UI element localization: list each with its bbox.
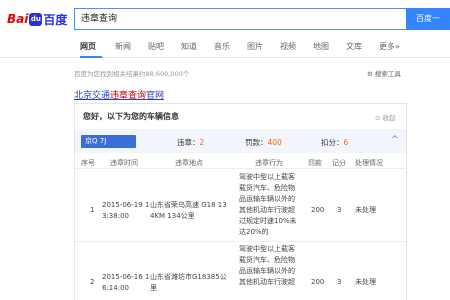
result-count: 百度为您找到相关结果约88,600,000个 <box>74 70 190 78</box>
row-points: 3 <box>337 278 342 286</box>
time-line: 3:38:00 <box>102 212 129 220</box>
row-behavior: 驾驶中型以上载客 载货汽车、危险物 品运输车辆以外的 其他机动车行驶超 过规定时… <box>239 172 309 238</box>
tab-news[interactable]: 新闻 <box>115 41 131 52</box>
search-input[interactable]: 违章查询 <box>81 9 117 29</box>
place-line: 里 <box>150 284 157 292</box>
fine-label: 罚款： <box>245 138 268 147</box>
active-tab-indicator <box>80 56 102 58</box>
plate-number: 京Q 7J <box>81 135 136 148</box>
col-points: 记分 <box>332 159 346 167</box>
title-post: 官网 <box>146 91 165 101</box>
row-time: 2015-06-19 1 3:38:00 <box>102 200 150 222</box>
behavior-line: 其他机动车行驶超 <box>239 278 295 286</box>
time-line: 6:14:00 <box>102 284 129 292</box>
logo-baidu-text: 百度 <box>43 12 68 27</box>
time-line: 2015-06-19 1 <box>102 201 150 209</box>
baidu-logo[interactable]: Bai du 百度 <box>7 11 67 27</box>
tab-more[interactable]: 更多» <box>379 41 400 52</box>
behavior-line: 载货汽车、危险物 <box>239 256 295 264</box>
violations-label: 违章： <box>177 138 200 147</box>
title-pre: 北京交通 <box>74 91 111 101</box>
fold-button[interactable]: ⊙ 收起 <box>375 112 396 122</box>
row-points: 3 <box>337 206 342 214</box>
col-no: 序号 <box>81 159 95 167</box>
tab-zhidao[interactable]: 知道 <box>181 41 197 52</box>
tools-icon: ⚙ <box>367 70 373 78</box>
points-label: 扣分： <box>321 138 344 147</box>
tab-web[interactable]: 网页 <box>80 41 96 52</box>
search-box[interactable]: 违章查询 <box>74 8 406 30</box>
paw-icon: du <box>29 12 43 26</box>
behavior-line: 过规定时速10%未 <box>239 217 297 225</box>
tab-wenku[interactable]: 文库 <box>346 41 362 52</box>
behavior-line: 品运输车辆以外的 <box>239 267 295 275</box>
logo-bai: Bai <box>7 12 29 26</box>
time-line: 2015-06-16 1 <box>102 273 150 281</box>
tab-video[interactable]: 视频 <box>280 41 296 52</box>
col-place: 违章地点 <box>175 159 203 167</box>
row-fine: 200 <box>311 278 325 286</box>
points-total: 6 <box>343 138 349 147</box>
search-tools-label: 搜索工具 <box>374 70 401 78</box>
col-fine: 罚款 <box>308 159 322 167</box>
fold-icon: ⊙ <box>375 114 381 122</box>
search-tools-link[interactable]: ⚙ 搜索工具 <box>367 68 401 78</box>
fine-stat: 罚款：400 <box>245 137 282 148</box>
behavior-line: 品运输车辆以外的 <box>239 195 295 203</box>
tab-tieba[interactable]: 贴吧 <box>148 41 164 52</box>
place-line: 山东省荣乌高速 G18 13 <box>150 201 227 209</box>
col-time: 违章时间 <box>110 159 138 167</box>
behavior-line: 驾驶中型以上载客 <box>239 173 295 181</box>
fold-label: 收起 <box>382 114 396 122</box>
result-title-link[interactable]: 北京交通违章查询官网 <box>74 88 164 101</box>
search-tabs: 网页 新闻 贴吧 知道 音乐 图片 视频 地图 文库 更多» <box>0 38 450 58</box>
row-place: 山东省潍坊市G18385公 里 <box>150 272 250 294</box>
behavior-line: 达20%的 <box>239 228 269 236</box>
behavior-line: 驾驶中型以上载客 <box>239 245 295 253</box>
row-status: 未处理 <box>355 206 376 214</box>
row-behavior: 驾驶中型以上载客 载货汽车、危险物 品运输车辆以外的 其他机动车行驶超 <box>239 244 309 288</box>
col-behavior: 违章行为 <box>255 159 283 167</box>
top-bar: Bai du 百度 违章查询 百度一 <box>0 0 450 38</box>
points-stat: 扣分：6 <box>321 137 348 148</box>
row-place: 山东省荣乌高速 G18 13 4KM 134公里 <box>150 200 250 222</box>
behavior-line: 载货汽车、危险物 <box>239 184 295 192</box>
violations-stat: 违章：2 <box>177 137 204 148</box>
tab-music[interactable]: 音乐 <box>214 41 230 52</box>
row-no: 1 <box>90 206 95 214</box>
row-no: 2 <box>90 278 95 286</box>
row-time: 2015-06-16 1 6:14:00 <box>102 272 150 294</box>
violations-count: 2 <box>199 138 205 147</box>
row-divider <box>75 241 406 242</box>
place-line: 4KM 134公里 <box>150 212 195 220</box>
card-heading: 您好，以下为您的车辆信息 <box>83 112 179 121</box>
place-line: 山东省潍坊市G18385公 <box>150 273 227 281</box>
col-status: 处理情况 <box>355 159 383 167</box>
vehicle-summary-bar: 京Q 7J 违章：2 罚款：400 扣分：6 ^ <box>75 129 406 153</box>
row-status: 未处理 <box>355 278 376 286</box>
behavior-line: 其他机动车行驶超 <box>239 206 295 214</box>
row-fine: 200 <box>311 206 325 214</box>
collapse-caret-icon[interactable]: ^ <box>391 135 399 145</box>
fine-total: 400 <box>267 138 282 147</box>
vehicle-info-card: 您好，以下为您的车辆信息 ⊙ 收起 京Q 7J 违章：2 罚款：400 扣分：6… <box>74 103 407 300</box>
title-highlight: 违章查询 <box>110 91 147 101</box>
tab-map[interactable]: 地图 <box>313 41 329 52</box>
tab-images[interactable]: 图片 <box>247 41 263 52</box>
table-header: 序号 违章时间 违章地点 违章行为 罚款 记分 处理情况 <box>75 155 406 169</box>
search-button[interactable]: 百度一 <box>406 8 450 30</box>
